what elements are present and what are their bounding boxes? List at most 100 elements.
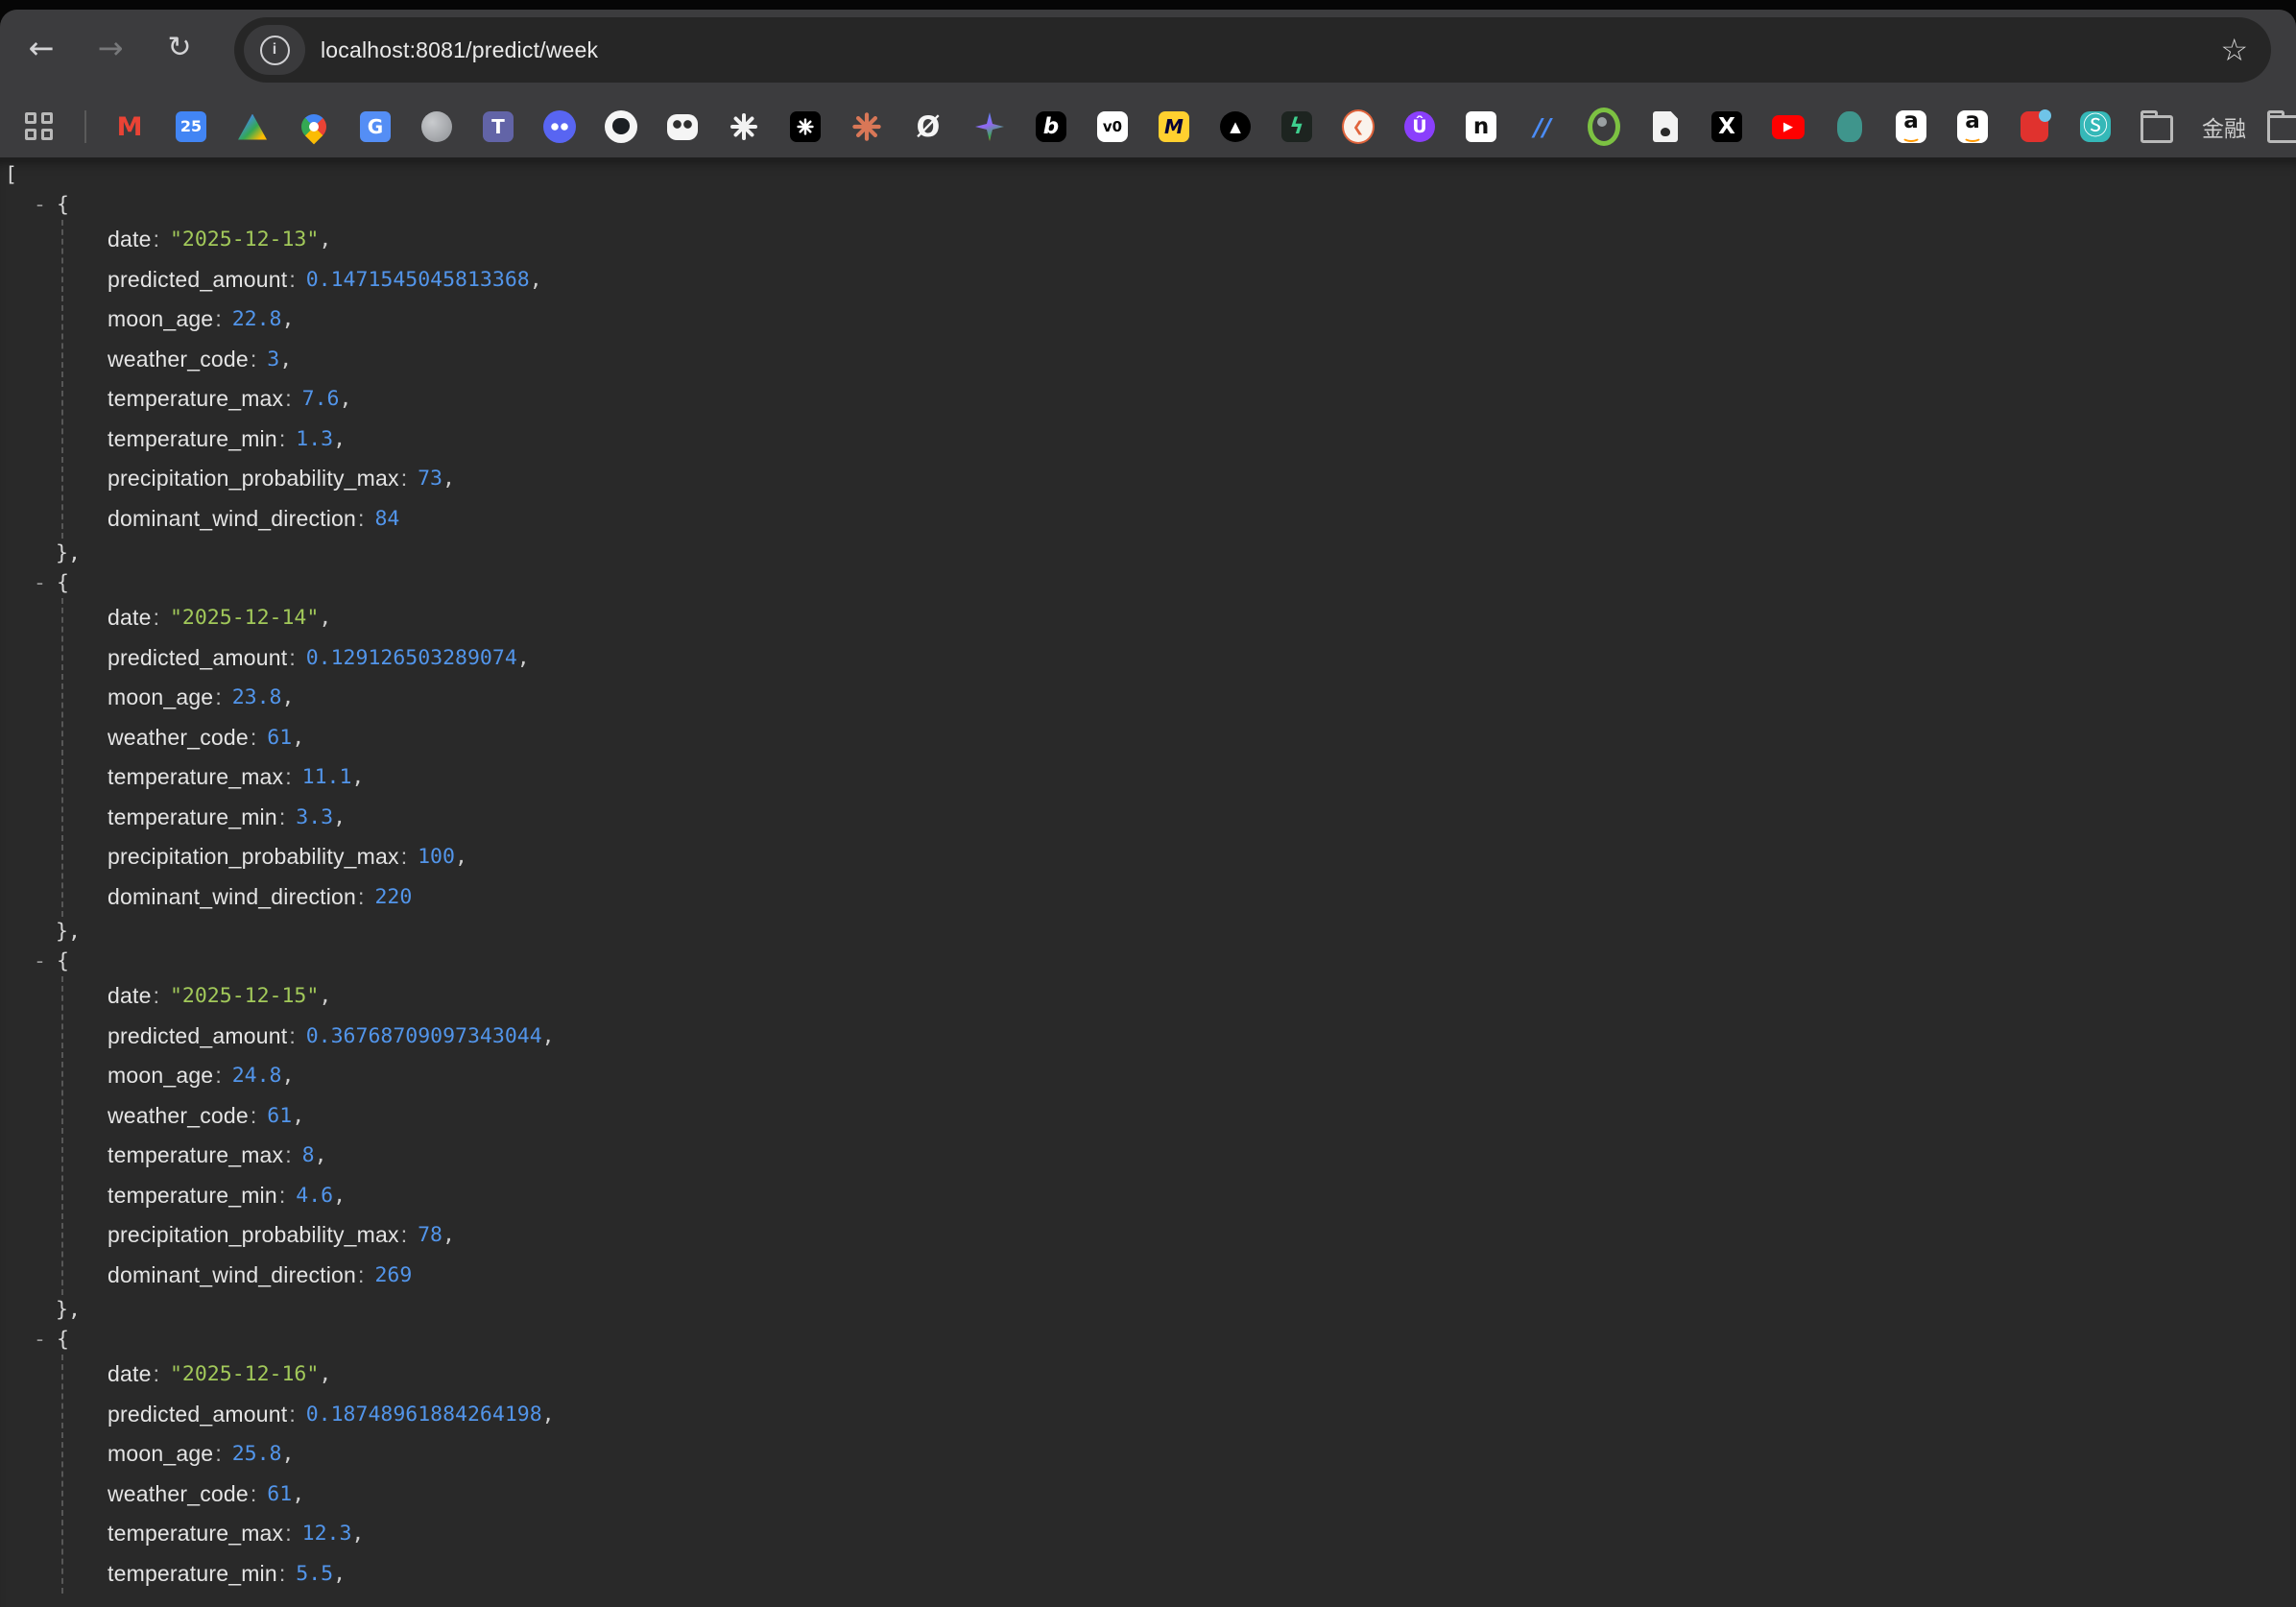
json-key: temperature_min bbox=[108, 426, 277, 452]
json-colon: : bbox=[289, 267, 295, 293]
teal-mascot-icon[interactable] bbox=[1833, 108, 1866, 145]
teams-icon[interactable]: T bbox=[482, 108, 514, 145]
collapse-toggle[interactable]: - bbox=[34, 193, 46, 217]
mercari-icon[interactable] bbox=[2018, 108, 2050, 145]
url-bar[interactable]: i localhost:8081/predict/week ☆ bbox=[234, 17, 2271, 83]
json-key: moon_age bbox=[108, 306, 213, 332]
json-colon: : bbox=[285, 1142, 291, 1168]
pinwheel-icon[interactable] bbox=[789, 108, 822, 145]
reload-button[interactable]: ↻ bbox=[157, 26, 202, 70]
blue-slashes-icon[interactable]: // bbox=[1526, 108, 1559, 145]
vercel-icon[interactable]: ▲ bbox=[1219, 108, 1252, 145]
overflow-folder-icon[interactable] bbox=[2267, 108, 2296, 145]
gmail-icon[interactable]: M bbox=[113, 108, 146, 145]
google-translate-icon-glyph: G bbox=[360, 111, 391, 142]
collapse-toggle[interactable]: - bbox=[34, 1328, 46, 1352]
apps-grid-icon-glyph bbox=[25, 112, 54, 141]
json-colon: : bbox=[289, 1402, 295, 1427]
discord-icon[interactable] bbox=[543, 108, 576, 145]
json-colon: : bbox=[401, 844, 407, 870]
json-value-number: 11.1 bbox=[302, 765, 352, 789]
finance-folder-icon[interactable] bbox=[2141, 108, 2173, 145]
orange-circle-icon-glyph: ❮ bbox=[1342, 109, 1375, 144]
json-comma: , bbox=[292, 1482, 304, 1506]
json-value-number: 84 bbox=[374, 507, 399, 531]
x-icon[interactable]: X bbox=[1710, 108, 1743, 145]
globe-shape bbox=[421, 111, 452, 142]
json-line: precipitation_probability_max:73, bbox=[0, 459, 2296, 499]
s-badge-icon[interactable]: Ⓢ bbox=[2079, 108, 2112, 145]
supabase-icon[interactable]: ϟ bbox=[1280, 108, 1313, 145]
json-comma: , bbox=[281, 685, 294, 709]
miro-icon[interactable]: M bbox=[1158, 108, 1190, 145]
google-drive-icon[interactable] bbox=[236, 108, 269, 145]
json-line: temperature_min:1.3, bbox=[0, 420, 2296, 460]
json-line: predicted_amount:0.1471545045813368, bbox=[0, 260, 2296, 300]
amazon-icon[interactable]: a bbox=[1895, 108, 1927, 145]
back-button[interactable]: ← bbox=[19, 26, 63, 70]
json-object-open: -{ bbox=[0, 947, 2296, 976]
json-key: temperature_min bbox=[108, 1561, 277, 1587]
play-icon: ▶ bbox=[1772, 115, 1805, 139]
json-value-number: 220 bbox=[374, 885, 412, 909]
json-colon: : bbox=[358, 1262, 364, 1288]
orange-circle-icon[interactable]: ❮ bbox=[1342, 108, 1375, 145]
youtube-icon[interactable]: ▶ bbox=[1772, 108, 1805, 145]
vercel-icon-glyph: ▲ bbox=[1220, 111, 1251, 142]
amazon-shape: a bbox=[1896, 110, 1926, 143]
robot-face-icon[interactable] bbox=[666, 108, 699, 145]
supabase-icon-glyph: ϟ bbox=[1281, 111, 1312, 142]
github-icon[interactable] bbox=[605, 108, 637, 145]
google-calendar-icon[interactable]: 25 bbox=[175, 108, 207, 145]
json-key: date bbox=[108, 1361, 152, 1387]
json-line: predicted_amount:0.36768709097343044, bbox=[0, 1017, 2296, 1057]
json-key: dominant_wind_direction bbox=[108, 1262, 356, 1288]
json-value-string: "2025-12-13" bbox=[170, 228, 319, 252]
json-value-number: 4.6 bbox=[296, 1184, 333, 1208]
json-value-number: 73 bbox=[418, 467, 442, 491]
json-comma: , bbox=[281, 1442, 294, 1466]
json-colon: : bbox=[251, 347, 256, 372]
indent-guide bbox=[61, 598, 63, 917]
globe-icon[interactable] bbox=[420, 108, 453, 145]
json-key: predicted_amount bbox=[108, 1402, 287, 1427]
grok-icon[interactable]: Ø bbox=[912, 108, 945, 145]
json-line: date:"2025-12-16", bbox=[0, 1355, 2296, 1395]
json-key: date bbox=[108, 983, 152, 1009]
finance-folder-label[interactable]: 金融 bbox=[2202, 108, 2246, 145]
json-value-string: "2025-12-15" bbox=[170, 984, 319, 1008]
json-colon: : bbox=[251, 1103, 256, 1129]
notion-icon[interactable]: n bbox=[1465, 108, 1497, 145]
indent-guide bbox=[61, 220, 63, 539]
open-brace: { bbox=[57, 1328, 69, 1352]
json-colon: : bbox=[251, 1481, 256, 1507]
collapse-toggle[interactable]: - bbox=[34, 949, 46, 973]
u-badge-icon[interactable]: Û bbox=[1403, 108, 1436, 145]
json-key: date bbox=[108, 605, 152, 631]
google-maps-icon[interactable] bbox=[298, 108, 330, 145]
site-info-chip[interactable]: i bbox=[244, 25, 305, 75]
openai-icon[interactable] bbox=[728, 108, 760, 145]
openai-icon-glyph bbox=[729, 112, 758, 141]
url-text[interactable]: localhost:8081/predict/week bbox=[321, 37, 598, 63]
apps-grid-icon[interactable] bbox=[23, 108, 56, 145]
s-badge-icon-glyph: Ⓢ bbox=[2080, 111, 2111, 142]
u-badge-icon-glyph: Û bbox=[1404, 111, 1435, 142]
json-key: moon_age bbox=[108, 1063, 213, 1089]
gemini-icon[interactable] bbox=[973, 108, 1006, 145]
claude-icon[interactable] bbox=[850, 108, 883, 145]
green-ring-icon[interactable] bbox=[1588, 108, 1620, 145]
json-value-number: 8 bbox=[302, 1143, 315, 1167]
json-comma: , bbox=[442, 467, 455, 491]
amazon-smile bbox=[1901, 131, 1921, 142]
document-icon[interactable] bbox=[1649, 108, 1682, 145]
google-translate-icon[interactable]: G bbox=[359, 108, 392, 145]
forward-button[interactable]: → bbox=[88, 26, 132, 70]
collapse-toggle[interactable]: - bbox=[34, 571, 46, 595]
v0-icon[interactable]: v0 bbox=[1096, 108, 1129, 145]
bolt-icon[interactable]: b bbox=[1035, 108, 1067, 145]
discord-face bbox=[543, 110, 576, 143]
json-line: weather_code:61, bbox=[0, 1096, 2296, 1137]
bookmark-star-icon[interactable]: ☆ bbox=[2220, 32, 2248, 68]
amazon-jp-icon[interactable]: a bbox=[1956, 108, 1989, 145]
